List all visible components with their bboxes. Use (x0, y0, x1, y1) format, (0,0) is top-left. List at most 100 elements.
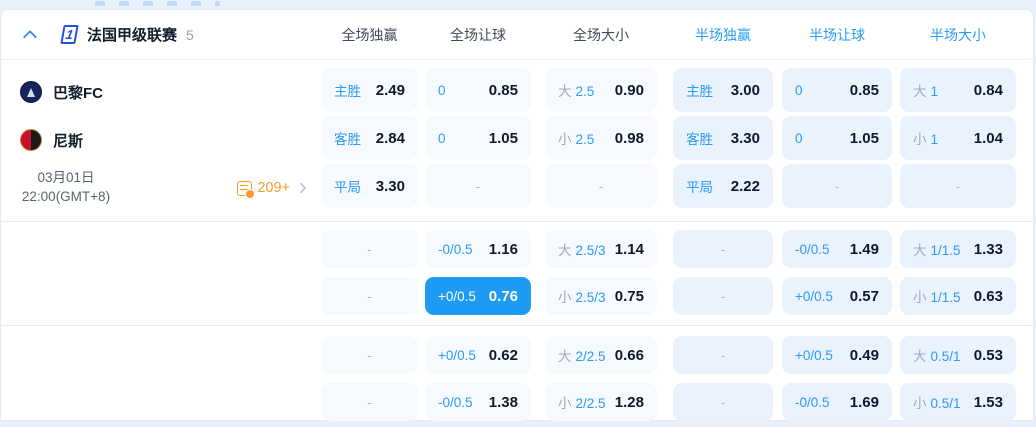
odds-value: 3.00 (730, 81, 760, 99)
match-info-column: 巴黎FC 尼斯 03月01日 22:00(GMT+8) 209+ (1, 60, 321, 221)
odds-value: 0.62 (488, 346, 518, 364)
odds-line-label: -0/0.5 (438, 394, 473, 410)
odds-cell[interactable]: -0/0.5 1.69 (782, 383, 892, 421)
odds-line-label: 2.5 (575, 84, 595, 99)
odds-line-label: 0 (438, 130, 446, 146)
odds-cell[interactable]: 0 1.05 (782, 116, 892, 160)
odds-value: 0.63 (973, 287, 1003, 305)
odds-cell[interactable]: 大 2.5/3 1.14 (545, 230, 657, 268)
odds-cell[interactable]: -0/0.5 1.49 (782, 230, 892, 268)
ou-direction-label: 小 (913, 290, 927, 305)
odds-cell[interactable]: 小 2.5/3 0.75 (545, 277, 657, 315)
odds-cell-selected[interactable]: +0/0.5 0.76 (425, 277, 531, 315)
empty-dash: - (475, 178, 481, 194)
odds-cell-empty: - (673, 336, 773, 374)
odds-cell[interactable]: 小 1/1.5 0.63 (900, 277, 1016, 315)
match-count: 5 (186, 26, 194, 43)
odds-row: 主胜 2.49 0 0.85 大 2.5 0.90 主胜 3.00 0 0.85 大 1 0.84 (321, 68, 1033, 112)
odds-cell[interactable]: 0 0.85 (425, 68, 531, 112)
odds-cell-empty: - (545, 164, 657, 208)
empty-left-spacer (1, 222, 321, 325)
odds-cell[interactable]: 小 2.5 0.98 (545, 116, 657, 160)
odds-cell-empty: - (673, 277, 773, 315)
odds-cell-empty: - (321, 336, 418, 374)
odds-cell[interactable]: 客胜 3.30 (673, 116, 773, 160)
chevron-right-icon (295, 182, 307, 194)
odds-cell[interactable]: 平局 2.22 (673, 164, 773, 208)
odds-cell[interactable]: 主胜 2.49 (321, 68, 418, 112)
empty-dash: - (367, 394, 372, 410)
odds-row: - -0/0.5 1.16 大 2.5/3 1.14- -0/0.5 1.49 大 1/1.5 1.… (321, 230, 1033, 268)
odds-cell[interactable]: 主胜 3.00 (673, 68, 773, 112)
odds-cell[interactable]: 大 1/1.5 1.33 (900, 230, 1016, 268)
odds-cell[interactable]: +0/0.5 0.49 (782, 336, 892, 374)
odds-cell[interactable]: -0/0.5 1.38 (425, 383, 531, 421)
away-team-row[interactable]: 尼斯 (1, 116, 321, 164)
handicap-ou-block-1: - -0/0.5 1.16 大 2.5/3 1.14- -0/0.5 1.49 大 1/1.5 1.… (1, 222, 1033, 326)
odds-line-label: 2.5/3 (575, 290, 606, 305)
odds-line-label: 0.5/1 (930, 349, 961, 364)
match-meta-row: 03月01日 22:00(GMT+8) 209+ (1, 164, 321, 212)
odds-line-label: 平局 (334, 180, 361, 195)
odds-line-label: 客胜 (686, 132, 713, 147)
ou-direction-label: 小 (913, 132, 927, 147)
ou-direction-label: 大 (558, 349, 572, 364)
odds-line-label: 2/2.5 (575, 396, 606, 411)
home-team-row[interactable]: 巴黎FC (1, 68, 321, 116)
odds-cell[interactable]: 大 0.5/1 0.53 (900, 336, 1016, 374)
odds-cell[interactable]: 0 1.05 (425, 116, 531, 160)
odds-line-label: 1/1.5 (930, 290, 961, 305)
odds-cell[interactable]: +0/0.5 0.62 (425, 336, 531, 374)
odds-cell-empty: - (673, 383, 773, 421)
odds-value: 0.53 (973, 346, 1003, 364)
column-header-fulltime-ou: 全场大小 (573, 26, 629, 43)
odds-cell[interactable]: 小 2/2.5 1.28 (545, 383, 657, 421)
league-header-row: 1 法国甲级联赛 5 全场独赢 全场让球 全场大小 半场独赢 半场让球 半场大小 (1, 10, 1033, 60)
odds-cell[interactable]: +0/0.5 0.57 (782, 277, 892, 315)
odds-value: 0.90 (614, 81, 644, 99)
odds-cell[interactable]: 小 1 1.04 (900, 116, 1016, 160)
odds-line-label: 1/1.5 (930, 243, 961, 258)
league-name[interactable]: 法国甲级联赛 (87, 24, 177, 45)
odds-line-label: 平局 (686, 180, 713, 195)
odds-line-label: +0/0.5 (795, 347, 833, 363)
odds-cell[interactable]: 客胜 2.84 (321, 116, 418, 160)
odds-line-label: 1 (930, 132, 939, 147)
odds-cell[interactable]: 大 2/2.5 0.66 (545, 336, 657, 374)
odds-row: - +0/0.5 0.62 大 2/2.5 0.66- +0/0.5 0.49 大 0.5/1 0.… (321, 336, 1033, 374)
odds-line-label: 主胜 (686, 84, 713, 99)
odds-cell[interactable]: 大 2.5 0.90 (545, 68, 657, 112)
ou-direction-label: 小 (558, 396, 572, 411)
odds-value: 0.85 (488, 81, 518, 99)
market-column-headers: 全场独赢 全场让球 全场大小 半场独赢 半场让球 半场大小 (321, 25, 1033, 45)
odds-line-label: 2.5/3 (575, 243, 606, 258)
ou-direction-label: 小 (558, 290, 572, 305)
fulltime-halftime-main-odds: 主胜 2.49 0 0.85 大 2.5 0.90 主胜 3.00 0 0.85 大 1 0.84 客胜 2.… (321, 60, 1033, 221)
odds-cell[interactable]: 大 1 0.84 (900, 68, 1016, 112)
empty-dash: - (834, 178, 840, 194)
odds-line-label: +0/0.5 (438, 288, 476, 304)
empty-dash: - (720, 394, 726, 410)
odds-value: 1.38 (488, 393, 518, 411)
ou-direction-label: 大 (913, 84, 927, 99)
odds-value: 1.05 (488, 129, 518, 147)
odds-line-label: 0 (795, 82, 803, 98)
odds-value: 0.85 (849, 81, 879, 99)
odds-cell[interactable]: -0/0.5 1.16 (425, 230, 531, 268)
collapse-chevron-up-icon[interactable] (22, 29, 38, 44)
odds-value: 3.30 (375, 177, 405, 195)
more-markets-link[interactable]: 209+ (237, 180, 307, 199)
main-odds-block: 巴黎FC 尼斯 03月01日 22:00(GMT+8) 209+ 主胜 2.49 0… (1, 60, 1033, 222)
odds-value: 2.84 (375, 129, 405, 147)
odds-value: 0.66 (614, 346, 644, 364)
column-header-halftime-ou: 半场大小 (930, 26, 986, 43)
odds-line-label: -0/0.5 (795, 241, 830, 257)
odds-cell[interactable]: 小 0.5/1 1.53 (900, 383, 1016, 421)
odds-cell[interactable]: 平局 3.30 (321, 164, 418, 208)
odds-line-label: 2.5 (575, 132, 595, 147)
odds-row: 客胜 2.84 0 1.05 小 2.5 0.98 客胜 3.30 0 1.05 小 1 1.04 (321, 116, 1033, 160)
odds-value: 1.53 (973, 393, 1003, 411)
empty-dash: - (720, 347, 726, 363)
odds-cell[interactable]: 0 0.85 (782, 68, 892, 112)
odds-cell-empty: - (321, 230, 418, 268)
